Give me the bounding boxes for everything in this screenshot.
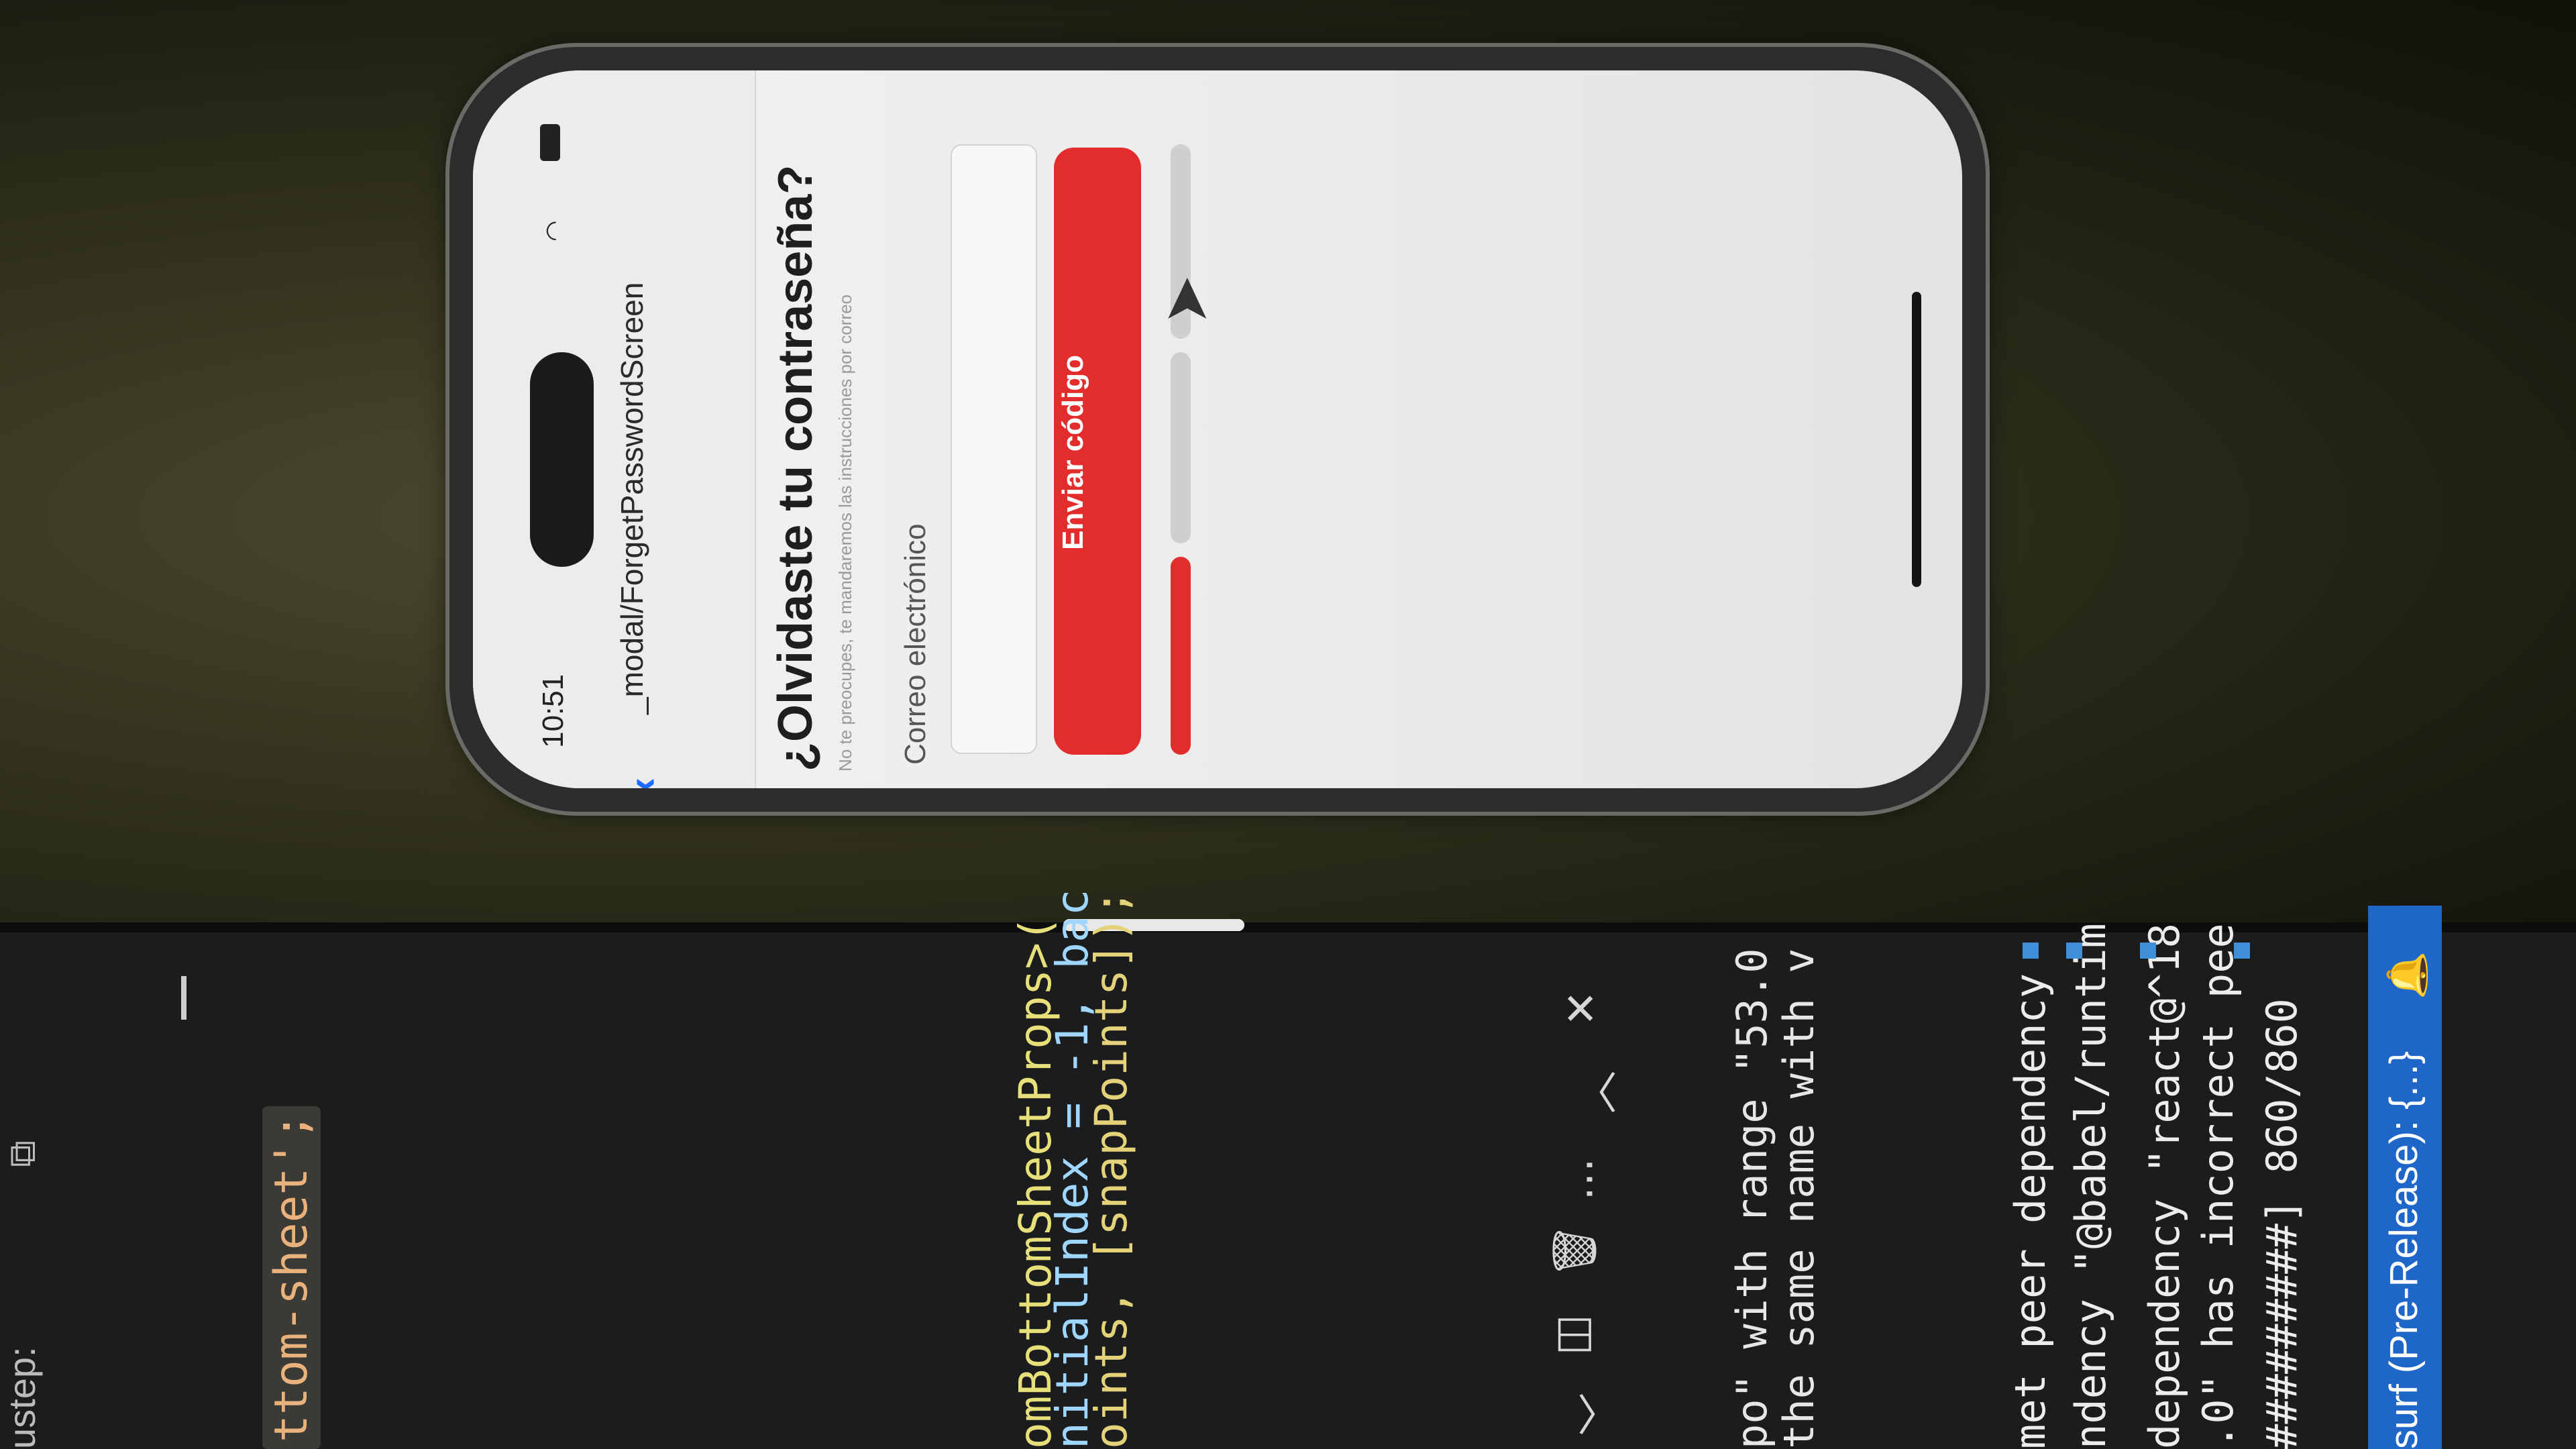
dynamic-island (530, 352, 594, 567)
terminal-line: met peer dependency (2006, 973, 2055, 1449)
code-string: ttom-sheet'; (262, 1106, 321, 1449)
wifi-icon: ◠ (540, 220, 568, 241)
warning-marker (2066, 943, 2082, 959)
page-subtitle: No te preocupes, te mandaremos las instr… (835, 294, 855, 771)
terminal-progress-line: #########] 860/860 (2257, 998, 2306, 1449)
progress-step-2 (1171, 352, 1191, 543)
terminal-line: the same name with v (1774, 948, 1823, 1449)
code-line: oints, [snapPoints]); (1085, 889, 1137, 1449)
copy-icon[interactable]: ⧉ (0, 1140, 45, 1167)
more-icon[interactable]: ⋯ (1563, 1158, 1613, 1201)
email-field-label: Correo electrónico (899, 523, 932, 765)
battery-icon (540, 124, 560, 161)
progress-step-1 (1171, 557, 1191, 755)
terminal-line: dependency "react@^18 (2140, 923, 2189, 1449)
terminal-line: po" with range "53.0 (1727, 948, 1776, 1449)
back-chevron-icon[interactable]: ‹ (617, 777, 667, 788)
split-icon[interactable]: ◫ (1546, 1315, 1597, 1355)
terminal-line: ndency "@babel/runtim (2066, 923, 2115, 1449)
email-field[interactable] (951, 144, 1037, 754)
trash-icon[interactable]: 🗑 (1550, 1224, 1600, 1278)
page-title: ¿Olvidaste tu contraseña? (769, 164, 822, 771)
mouse-pointer-icon: ➤ (1152, 274, 1220, 325)
send-code-button-label[interactable]: Enviar código (1057, 355, 1090, 550)
chevron-up-icon[interactable]: ︿ (1563, 1071, 1625, 1114)
terminal-line: .0" has incorrect pee (2194, 923, 2243, 1449)
phone-screen: ◠ 10:51 ‹ _modal/ForgetPasswordScreen ¿O… (473, 70, 1962, 788)
text-cursor (181, 976, 186, 1020)
warning-marker (2023, 943, 2039, 959)
code-editor[interactable] (0, 932, 2576, 1449)
home-indicator (1912, 292, 1921, 587)
editor-breadcrumb: ustep: (1, 1346, 43, 1449)
phone-simulator: ◠ 10:51 ‹ _modal/ForgetPasswordScreen ¿O… (449, 47, 1986, 812)
warning-marker (2234, 943, 2250, 959)
status-time: 10:51 (537, 674, 570, 748)
notification-icon[interactable]: 🔔 (2385, 951, 2430, 1000)
status-bar-text[interactable]: surf (Pre-Release): {...} (2381, 1051, 2426, 1449)
nav-title: _modal/ForgetPasswordScreen (614, 282, 649, 714)
warning-marker (2140, 943, 2156, 959)
close-icon[interactable]: ✕ (1556, 990, 1607, 1026)
code-import-line: ttom-sheet'; (262, 1106, 321, 1449)
chevron-down-icon[interactable]: ﹀ (1566, 1393, 1628, 1436)
